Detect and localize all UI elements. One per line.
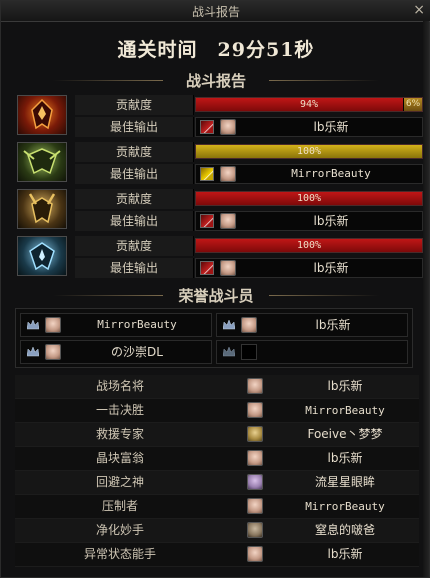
stat-player: MirrorBeauty [305,404,385,417]
red-slash-skill-icon [200,214,214,228]
stat-row: 救援专家 Foeive丶梦梦 [15,423,419,447]
stat-title: 救援专家 [95,427,144,441]
best-output-player: MirrorBeauty [291,167,371,180]
avatar [220,119,236,135]
stat-player: Foeive丶梦梦 [307,427,383,441]
contribution-percent: 100% [296,193,322,204]
gold-horned-mask-icon [17,189,67,229]
hero-row-1: 贡献度 最佳输出 94% 6% lb乐新 [15,93,423,137]
honor-member-name: の沙崇DL [111,345,163,359]
honor-member[interactable]: の沙崇DL [20,340,212,364]
stat-player: lb乐新 [327,547,363,561]
report-section-title: 战斗报告 [1,70,430,90]
close-icon[interactable]: × [413,2,425,18]
best-output-row: lb乐新 [195,117,423,137]
best-output-row: lb乐新 [195,211,423,231]
contribution-label: 贡献度 [75,236,194,256]
clear-time: 通关时间 29分51秒 [117,39,315,61]
honor-member-name: MirrorBeauty [97,318,177,331]
stat-title: 战场名将 [95,379,144,393]
green-winged-mask-icon [17,142,67,182]
stat-row: 一击决胜 MirrorBeauty [15,399,419,423]
stat-row: 回避之神 流星星眼眸 [15,471,419,495]
stat-player: 窒息的啵爸 [314,523,375,537]
stat-player: lb乐新 [327,379,363,393]
best-output-label: 最佳输出 [75,258,194,278]
avatar [45,344,61,360]
best-output-label: 最佳输出 [75,117,194,137]
avatar [45,317,61,333]
blue-ice-mask-icon [17,236,67,276]
yellow-slash-skill-icon [200,167,214,181]
best-output-player: lb乐新 [313,261,349,275]
empty-avatar-slot [241,344,257,360]
honor-member-empty [216,340,408,364]
best-output-row: MirrorBeauty [195,164,423,184]
contribution-label: 贡献度 [75,95,194,115]
avatar [247,426,263,442]
red-flame-mask-icon [17,95,67,135]
avatar [220,213,236,229]
avatar [247,522,263,538]
stat-row: 晶块富翁 lb乐新 [15,447,419,471]
best-output-row: lb乐新 [195,258,423,278]
avatar [220,260,236,276]
avatar [247,450,263,466]
red-slash-skill-icon [200,261,214,275]
stat-player: 流星星眼眸 [314,475,375,489]
contribution-percent: 100% [296,146,322,157]
contribution-bar: 94% 6% [195,97,423,112]
stat-title: 晶块富翁 [95,451,144,465]
stat-player: MirrorBeauty [305,500,385,513]
stat-title: 一击决胜 [95,403,144,417]
crown-icon [223,347,235,357]
window-edge [423,21,429,577]
honor-member[interactable]: MirrorBeauty [20,313,212,337]
contribution-extra: 6% [403,98,422,111]
contribution-bar: 100% [195,191,423,206]
honor-section-title: 荣誉战斗员 [1,285,430,305]
contribution-percent: 100% [296,240,322,251]
hero-row-4: 贡献度 最佳输出 100% lb乐新 [15,234,423,278]
contribution-percent: 94% [299,99,319,110]
avatar [247,378,263,394]
crown-icon [27,320,39,330]
stat-row: 异常状态能手 lb乐新 [15,543,419,567]
red-slash-skill-icon [200,120,214,134]
stat-row: 压制者 MirrorBeauty [15,495,419,519]
avatar [247,402,263,418]
avatar [247,474,263,490]
window-titlebar: 战斗报告 × [1,1,430,22]
battle-report-window: 战斗报告 × 通关时间 29分51秒 战斗报告 贡献度 最佳输出 94% 6% … [0,0,430,578]
avatar [220,166,236,182]
stat-player: lb乐新 [327,451,363,465]
stat-row: 战场名将 lb乐新 [15,375,419,399]
hero-row-2: 贡献度 最佳输出 100% MirrorBeauty [15,140,423,184]
best-output-label: 最佳输出 [75,211,194,231]
stat-title: 回避之神 [95,475,144,489]
stat-title: 异常状态能手 [83,547,156,561]
stats-list: 战场名将 lb乐新 一击决胜 MirrorBeauty 救援专家 Foeive丶… [15,375,419,567]
honor-member-name: lb乐新 [315,318,351,332]
crown-icon [223,320,235,330]
avatar [241,317,257,333]
contribution-bar: 100% [195,144,423,159]
best-output-player: lb乐新 [313,214,349,228]
best-output-label: 最佳输出 [75,164,194,184]
best-output-player: lb乐新 [313,120,349,134]
stat-title: 净化妙手 [95,523,144,537]
contribution-bar: 100% [195,238,423,253]
stat-row: 净化妙手 窒息的啵爸 [15,519,419,543]
hero-row-3: 贡献度 最佳输出 100% lb乐新 [15,187,423,231]
stat-title: 压制者 [101,499,138,513]
honor-member[interactable]: lb乐新 [216,313,408,337]
contribution-label: 贡献度 [75,189,194,209]
honor-members-panel: MirrorBeauty lb乐新 の沙崇DL [15,308,413,368]
window-title: 战斗报告 [191,4,240,19]
crown-icon [27,347,39,357]
contribution-label: 贡献度 [75,142,194,162]
avatar [247,498,263,514]
avatar [247,546,263,562]
